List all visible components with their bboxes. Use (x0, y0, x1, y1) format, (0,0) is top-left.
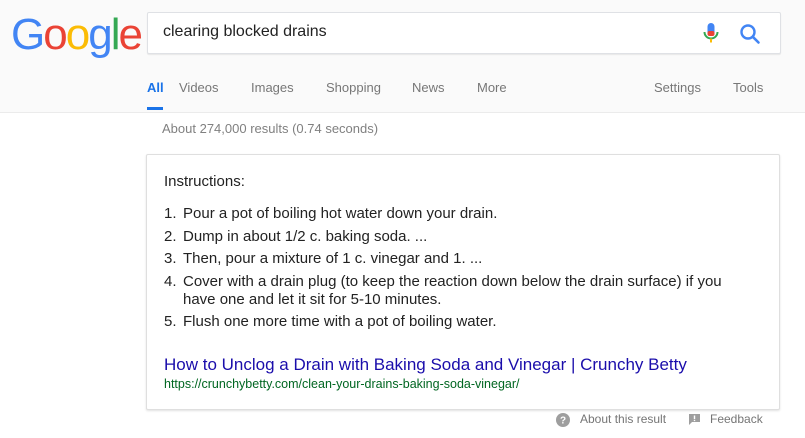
logo-letter: G (11, 10, 45, 59)
logo-letter: g (88, 10, 113, 59)
feedback-link[interactable]: Feedback (710, 412, 763, 426)
step-text: Pour a pot of boiling hot water down you… (183, 205, 498, 222)
tab-tools[interactable]: Tools (733, 80, 763, 95)
list-item: 2. Dump in about 1/2 c. baking soda. ... (164, 228, 744, 246)
search-box (147, 12, 781, 54)
google-logo[interactable]: Google (11, 10, 143, 60)
step-number: 5. (164, 313, 177, 330)
step-number: 4. (164, 272, 177, 290)
result-title-link[interactable]: How to Unclog a Drain with Baking Soda a… (164, 355, 687, 375)
instruction-list: 1. Pour a pot of boiling hot water down y… (164, 205, 744, 336)
snippet-footer: ? About this result Feedback (0, 411, 805, 431)
about-this-result-link[interactable]: About this result (580, 412, 666, 426)
logo-letter: o (43, 10, 68, 59)
result-stats: About 274,000 results (0.74 seconds) (162, 121, 379, 136)
list-item: 3. Then, pour a mixture of 1 c. vinegar a… (164, 250, 744, 268)
step-text: Then, pour a mixture of 1 c. vinegar and… (183, 250, 483, 267)
tab-settings[interactable]: Settings (654, 80, 701, 95)
tab-more[interactable]: More (477, 80, 507, 95)
tab-all[interactable]: All (147, 80, 164, 95)
list-item: 5. Flush one more time with a pot of boil… (164, 313, 744, 331)
svg-text:?: ? (560, 416, 566, 427)
list-item: 4. Cover with a drain plug (to keep the r… (164, 273, 744, 309)
tab-news[interactable]: News (412, 80, 445, 95)
step-text: Flush one more time with a pot of boilin… (183, 313, 497, 330)
step-number: 1. (164, 205, 177, 222)
tab-shopping[interactable]: Shopping (326, 80, 381, 95)
step-text: Cover with a drain plug (to keep the rea… (183, 272, 722, 308)
logo-letter: e (118, 10, 143, 59)
question-icon[interactable]: ? (556, 413, 570, 427)
magnifier-icon[interactable] (739, 23, 761, 45)
snippet-heading: Instructions: (164, 173, 245, 190)
step-number: 2. (164, 227, 177, 245)
search-header: Google All Videos Images Shopping News M… (0, 0, 805, 113)
list-item: 1. Pour a pot of boiling hot water down y… (164, 205, 744, 223)
tab-videos[interactable]: Videos (179, 80, 219, 95)
search-input[interactable] (163, 23, 683, 41)
featured-snippet: Instructions: 1. Pour a pot of boiling ho… (146, 154, 780, 410)
logo-letter: o (65, 10, 91, 59)
step-text: Dump in about 1/2 c. baking soda. ... (183, 227, 428, 245)
microphone-icon[interactable] (702, 22, 720, 46)
active-tab-indicator (147, 107, 163, 110)
feedback-flag-icon[interactable] (688, 414, 701, 426)
result-url: https://crunchybetty.com/clean-your-drai… (164, 377, 520, 391)
step-number: 3. (164, 250, 177, 267)
tab-images[interactable]: Images (251, 80, 294, 95)
